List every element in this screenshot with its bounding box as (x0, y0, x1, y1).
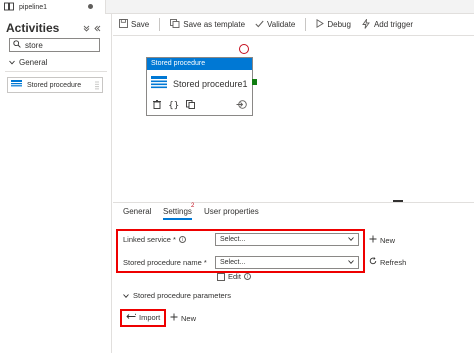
group-label: General (19, 58, 48, 67)
pipeline-icon (4, 2, 14, 13)
activity-item-label: Stored procedure (27, 81, 82, 89)
tab-user-properties[interactable]: User properties (204, 207, 259, 216)
search-input[interactable]: store (9, 38, 100, 52)
new-linked-service-button[interactable]: New (369, 235, 395, 245)
edit-label: Edit (228, 272, 241, 281)
validate-button[interactable]: Validate (255, 20, 295, 30)
stored-procedure-icon (151, 76, 167, 91)
debug-label: Debug (327, 20, 351, 29)
node-header: Stored procedure (147, 58, 252, 70)
code-icon[interactable]: {} (168, 101, 179, 111)
debug-button[interactable]: Debug (316, 18, 351, 30)
trigger-icon (361, 17, 371, 31)
parameters-label: Stored procedure parameters (133, 291, 231, 300)
refresh-label: Refresh (380, 257, 407, 267)
output-arrow-icon[interactable] (236, 100, 247, 111)
edit-checkbox[interactable] (217, 272, 225, 281)
save-as-template-button[interactable]: Save as template (170, 19, 245, 30)
new-label: New (380, 235, 396, 245)
save-label: Save (131, 20, 150, 29)
delete-icon[interactable] (153, 100, 161, 111)
node-actions: {} (153, 100, 247, 111)
plus-icon (170, 313, 178, 323)
linked-service-value: Select... (220, 236, 246, 243)
drag-handle-icon[interactable] (95, 81, 99, 92)
stored-procedure-icon (11, 80, 22, 90)
success-connector-handle[interactable] (252, 79, 257, 85)
settings-error-badge: 2 (191, 203, 195, 209)
stored-procedure-name-value: Select... (220, 259, 246, 266)
tab-label: pipeline1 (19, 3, 48, 11)
tab-settings[interactable]: Settings (163, 207, 192, 220)
import-button[interactable]: Import (126, 313, 160, 322)
save-icon (119, 19, 128, 30)
validate-label: Validate (267, 20, 296, 29)
import-arrow-icon (126, 313, 136, 322)
chevron-down-icon (9, 58, 15, 67)
collapse-all-icon[interactable] (83, 24, 90, 34)
play-icon (316, 18, 325, 30)
plus-icon (369, 235, 377, 245)
search-icon (13, 40, 21, 50)
copy-icon[interactable] (186, 100, 196, 111)
search-value: store (25, 40, 43, 50)
save-button[interactable]: Save (119, 19, 149, 30)
template-icon (170, 19, 180, 30)
tab-general[interactable]: General (123, 207, 151, 216)
edit-checkbox-row: Edit i (217, 272, 251, 281)
divider (5, 71, 107, 72)
activities-title: Activities (6, 21, 60, 35)
refresh-button[interactable]: Refresh (369, 257, 406, 267)
info-icon[interactable]: i (243, 273, 251, 280)
linked-service-label: Linked service * i (123, 235, 186, 244)
pipeline-toolbar: Save Save as template Validate Debug Add… (113, 14, 474, 36)
info-icon[interactable]: i (178, 236, 186, 243)
collapse-pane-icon[interactable] (94, 24, 101, 34)
stored-procedure-activity-node[interactable]: Stored procedure Stored procedure1 {} (146, 57, 253, 116)
add-trigger-button[interactable]: Add trigger (361, 17, 414, 31)
activity-item-stored-procedure[interactable]: Stored procedure (7, 77, 103, 93)
properties-panel (113, 202, 474, 353)
node-name: Stored procedure1 (173, 78, 248, 89)
linked-service-label-text: Linked service * (123, 235, 176, 244)
chevron-down-icon (348, 236, 354, 243)
toolbar-separator (305, 18, 307, 31)
chevron-down-icon (123, 291, 129, 300)
unsaved-indicator-icon (88, 4, 93, 9)
add-trigger-label: Add trigger (373, 20, 414, 29)
parameters-section-header[interactable]: Stored procedure parameters (123, 291, 231, 300)
node-body: Stored procedure1 (151, 76, 248, 91)
stored-procedure-name-label: Stored procedure name * (123, 258, 207, 267)
save-as-template-label: Save as template (183, 20, 246, 29)
tab-settings-label: Settings (163, 207, 192, 216)
new-parameter-button[interactable]: New (170, 313, 196, 323)
refresh-icon (369, 257, 377, 267)
new-parameter-label: New (181, 313, 197, 323)
group-general[interactable]: General (9, 58, 47, 67)
error-indicator-icon[interactable] (239, 44, 249, 54)
stored-procedure-name-select[interactable]: Select... (215, 256, 359, 269)
linked-service-select[interactable]: Select... (215, 233, 359, 246)
import-label: Import (139, 313, 161, 322)
checkmark-icon (255, 20, 264, 30)
toolbar-separator (159, 18, 161, 31)
tab-pipeline1[interactable]: pipeline1 (0, 0, 106, 14)
chevron-down-icon (348, 259, 354, 266)
